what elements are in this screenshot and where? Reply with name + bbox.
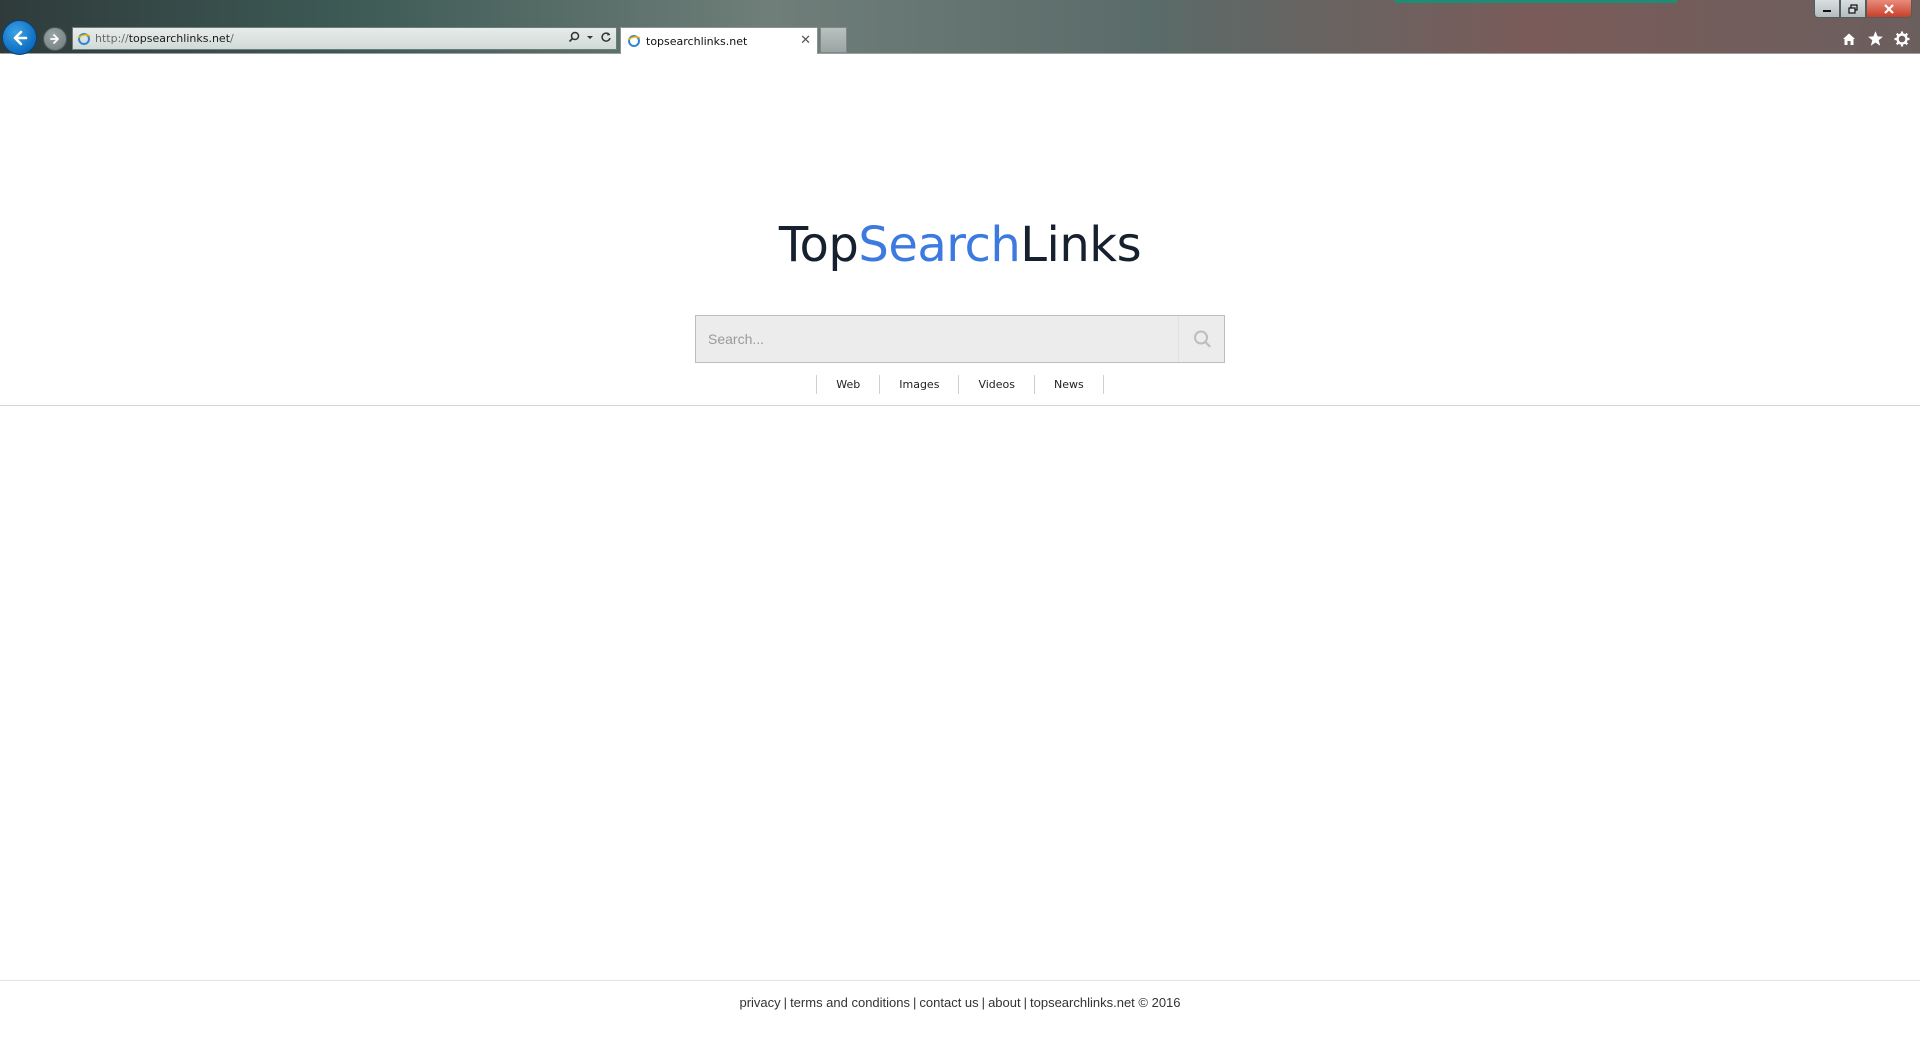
- ie-favicon-icon: [627, 35, 641, 47]
- footer-separator: |: [981, 995, 986, 1010]
- about-link[interactable]: about: [988, 995, 1021, 1010]
- logo-part-links: Links: [1020, 217, 1142, 273]
- arrow-right-icon: [50, 34, 59, 44]
- tab-images[interactable]: Images: [879, 375, 958, 394]
- restore-icon: [1848, 3, 1858, 14]
- restore-button[interactable]: [1840, 0, 1866, 18]
- close-icon[interactable]: ✕: [800, 33, 811, 48]
- search-button[interactable]: [1178, 316, 1224, 362]
- star-icon[interactable]: [1867, 30, 1884, 47]
- window-close-button[interactable]: [1866, 0, 1912, 18]
- gear-icon[interactable]: [1894, 31, 1910, 47]
- taskbar-highlight: [1395, 0, 1677, 3]
- url-protocol: http://: [95, 32, 129, 45]
- home-icon[interactable]: [1841, 31, 1857, 47]
- footer-separator: |: [783, 995, 788, 1010]
- tab-title: topsearchlinks.net: [646, 34, 748, 48]
- site-logo[interactable]: TopSearchLinks: [0, 217, 1920, 273]
- search-input[interactable]: [696, 316, 1180, 362]
- page-content: TopSearchLinks Web Images Videos News pr…: [0, 55, 1920, 1040]
- search-type-tabs: Web Images Videos News: [0, 375, 1920, 394]
- logo-part-top: Top: [778, 217, 859, 273]
- address-tools: [568, 31, 612, 43]
- browser-chrome: http://topsearchlinks.net/ topsearchlink…: [0, 0, 1920, 55]
- arrow-left-icon: [13, 30, 27, 45]
- minimize-button[interactable]: [1814, 0, 1840, 18]
- privacy-link[interactable]: privacy: [739, 995, 780, 1010]
- search-icon[interactable]: [568, 31, 580, 43]
- search-box: [695, 315, 1225, 363]
- browser-toolbar: [1841, 30, 1910, 47]
- address-bar[interactable]: http://topsearchlinks.net/: [72, 27, 617, 50]
- close-icon: [1884, 3, 1894, 14]
- copyright-text: topsearchlinks.net © 2016: [1030, 995, 1181, 1010]
- footer-separator: |: [1023, 995, 1027, 1010]
- minimize-icon: [1823, 9, 1831, 12]
- refresh-icon[interactable]: [600, 31, 612, 43]
- back-button[interactable]: [2, 20, 37, 55]
- header-divider: [0, 405, 1920, 406]
- tab-news[interactable]: News: [1034, 375, 1104, 394]
- forward-button[interactable]: [43, 27, 67, 51]
- contact-link[interactable]: contact us: [919, 995, 978, 1010]
- tab-topsearchlinks[interactable]: topsearchlinks.net ✕: [620, 27, 818, 54]
- url-trail: /: [230, 32, 234, 45]
- footer-divider: [0, 980, 1920, 981]
- window-controls: [1814, 0, 1912, 18]
- terms-link[interactable]: terms and conditions: [790, 995, 910, 1010]
- address-url[interactable]: http://topsearchlinks.net/: [95, 32, 234, 45]
- url-host: topsearchlinks.net: [128, 32, 231, 45]
- dropdown-icon[interactable]: [586, 33, 594, 41]
- tab-web[interactable]: Web: [816, 375, 879, 394]
- footer-separator: |: [913, 995, 917, 1010]
- search-icon: [1193, 330, 1211, 348]
- new-tab-button[interactable]: [820, 27, 847, 53]
- ie-favicon-icon: [77, 32, 91, 45]
- logo-part-search: Search: [858, 217, 1021, 273]
- footer: privacy | terms and conditions | contact us |…: [0, 995, 1920, 1010]
- tab-videos[interactable]: Videos: [958, 375, 1034, 394]
